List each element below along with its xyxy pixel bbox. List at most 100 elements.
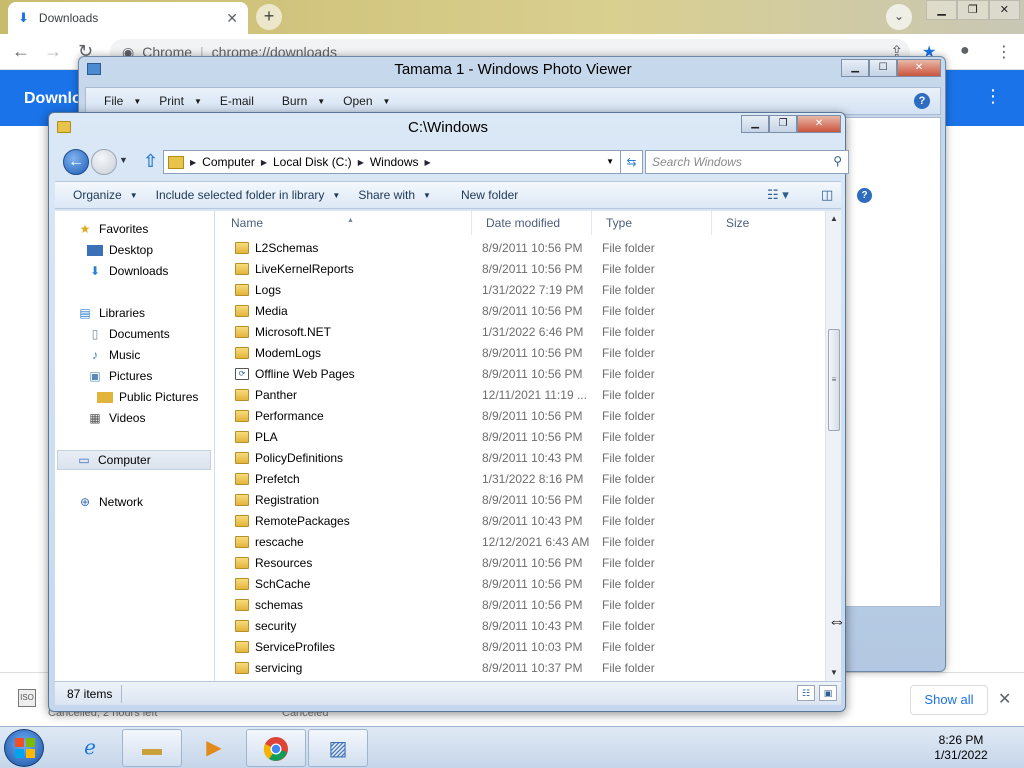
chevron-right-icon[interactable]: ▶ (190, 158, 196, 167)
table-row[interactable]: Microsoft.NET 1/31/2022 6:46 PM File folde… (217, 321, 825, 342)
chevron-right-icon[interactable]: ▶ (425, 158, 431, 167)
recent-pages-icon[interactable]: ▼ (119, 155, 128, 165)
forward-button[interactable] (91, 149, 117, 175)
table-row[interactable]: Prefetch 1/31/2022 8:16 PM File folder (217, 468, 825, 489)
maximize-button[interactable]: ☐ (869, 59, 898, 77)
explorer-taskbar-icon[interactable]: ▬ (122, 729, 182, 767)
column-size[interactable]: Size (712, 211, 812, 235)
show-all-button[interactable]: Show all (910, 685, 988, 715)
table-row[interactable]: L2Schemas 8/9/2011 10:56 PM File folder (217, 237, 825, 258)
table-row[interactable]: rescache 12/12/2021 6:43 AM File folder (217, 531, 825, 552)
nav-documents[interactable]: ▯ Documents (87, 324, 170, 344)
forward-arrow-icon[interactable]: → (44, 41, 62, 62)
minimize-button[interactable]: ▁ (926, 0, 958, 20)
tab-downloads[interactable]: ⬇ Downloads ✕ (8, 2, 248, 34)
table-row[interactable]: Media 8/9/2011 10:56 PM File folder (217, 300, 825, 321)
menu-print[interactable]: Print ▼ (159, 94, 202, 108)
column-type[interactable]: Type (592, 211, 712, 235)
table-row[interactable]: PolicyDefinitions 8/9/2011 10:43 PM File f… (217, 447, 825, 468)
menu-burn[interactable]: Burn ▼ (282, 94, 325, 108)
up-arrow-icon[interactable]: ⇧ (143, 151, 158, 172)
breadcrumb-local-disk[interactable]: Local Disk (C:) (273, 155, 352, 169)
nav-favorites[interactable]: ★ Favorites (77, 219, 149, 239)
restore-button[interactable]: ❐ (957, 0, 989, 20)
nav-libraries[interactable]: ▤ Libraries (77, 303, 145, 323)
table-row[interactable]: PLA 8/9/2011 10:56 PM File folder (217, 426, 825, 447)
photo-viewer-taskbar-icon[interactable]: ▨ (308, 729, 368, 767)
table-row[interactable]: Resources 8/9/2011 10:56 PM File folder (217, 552, 825, 573)
nav-music[interactable]: ♪ Music (87, 345, 140, 365)
table-row[interactable]: SchCache 8/9/2011 10:56 PM File folder (217, 573, 825, 594)
menu-file[interactable]: File ▼ (104, 94, 141, 108)
table-row[interactable]: security 8/9/2011 10:43 PM File folder (217, 615, 825, 636)
minimize-button[interactable]: ▁ (741, 115, 770, 133)
address-dropdown-icon[interactable]: ▼ (606, 157, 614, 166)
tab-close-icon[interactable]: ✕ (226, 10, 238, 27)
close-button[interactable]: ✕ (797, 115, 841, 133)
share-with-button[interactable]: Share with ▼ (358, 188, 431, 202)
table-row[interactable]: ServiceProfiles 8/9/2011 10:03 PM File fol… (217, 636, 825, 657)
search-icon[interactable]: ⚲ (833, 154, 842, 168)
nav-desktop[interactable]: Desktop (87, 240, 153, 260)
help-icon[interactable]: ? (857, 188, 872, 203)
table-row[interactable]: Performance 8/9/2011 10:56 PM File folder (217, 405, 825, 426)
scrollbar-thumb[interactable]: ≡ (828, 329, 840, 431)
chevron-right-icon[interactable]: ▶ (261, 158, 267, 167)
address-bar[interactable]: ▶ Computer ▶ Local Disk (C:) ▶ Windows ▶… (163, 150, 621, 174)
scroll-down-icon[interactable]: ▼ (826, 665, 842, 681)
internet-explorer-icon[interactable]: ℯ (60, 729, 120, 767)
large-icons-view-icon[interactable]: ▣ (819, 685, 837, 701)
new-tab-button[interactable]: + (256, 4, 282, 30)
media-player-icon[interactable]: ▶ (184, 729, 244, 767)
libraries-icon: ▤ (79, 306, 91, 320)
back-button[interactable]: ← (63, 149, 89, 175)
file-name-cell: L2Schemas (217, 241, 472, 255)
table-row[interactable]: ⟳ Offline Web Pages 8/9/2011 10:56 PM File … (217, 363, 825, 384)
nav-videos[interactable]: ▦ Videos (87, 408, 145, 428)
table-row[interactable]: RemotePackages 8/9/2011 10:43 PM File fold… (217, 510, 825, 531)
tab-search-button[interactable]: ⌄ (886, 4, 912, 30)
close-shelf-icon[interactable]: ✕ (998, 689, 1011, 709)
search-input[interactable]: Search Windows ⚲ (645, 150, 849, 174)
organize-button[interactable]: Organize ▼ (73, 188, 138, 202)
close-button[interactable]: ✕ (988, 0, 1020, 20)
table-row[interactable]: Logs 1/31/2022 7:19 PM File folder (217, 279, 825, 300)
scroll-up-icon[interactable]: ▲ (826, 211, 842, 227)
table-row[interactable]: ModemLogs 8/9/2011 10:56 PM File folder (217, 342, 825, 363)
column-name[interactable]: Name ▲ (217, 211, 472, 235)
nav-public-pictures[interactable]: Public Pictures (97, 387, 198, 407)
chrome-menu-icon[interactable]: ⋮ (996, 42, 1012, 62)
nav-computer[interactable]: ▭ Computer (57, 450, 211, 470)
breadcrumb-windows[interactable]: Windows (370, 155, 419, 169)
new-folder-button[interactable]: New folder (461, 188, 518, 202)
more-options-icon[interactable]: ⋮ (984, 86, 1002, 107)
help-icon[interactable]: ? (914, 93, 930, 109)
restore-button[interactable]: ❐ (769, 115, 798, 133)
details-view-icon[interactable]: ☷ (797, 685, 815, 701)
system-clock[interactable]: 8:26 PM 1/31/2022 (916, 733, 1006, 763)
file-list: Name ▲ Date modified Type Size L2Schemas 8… (217, 211, 825, 681)
table-row[interactable]: Panther 12/11/2021 11:19 ... File folder (217, 384, 825, 405)
preview-pane-icon[interactable]: ◫ (821, 187, 833, 203)
table-row[interactable]: schemas 8/9/2011 10:56 PM File folder (217, 594, 825, 615)
refresh-icon[interactable]: ⇆ (621, 150, 643, 174)
nav-pictures[interactable]: ▣ Pictures (87, 366, 152, 386)
nav-network[interactable]: ⊕ Network (77, 492, 143, 512)
table-row[interactable]: LiveKernelReports 8/9/2011 10:56 PM File f… (217, 258, 825, 279)
nav-downloads[interactable]: ⬇ Downloads (87, 261, 168, 281)
table-row[interactable]: servicing 8/9/2011 10:37 PM File folder (217, 657, 825, 678)
minimize-button[interactable]: ▁ (841, 59, 870, 77)
chrome-taskbar-icon[interactable] (246, 729, 306, 767)
table-row[interactable]: Registration 8/9/2011 10:56 PM File folder (217, 489, 825, 510)
menu-email[interactable]: E-mail (220, 94, 254, 108)
include-in-library-button[interactable]: Include selected folder in library ▼ (156, 188, 341, 202)
profile-avatar-icon[interactable]: ● (960, 42, 970, 60)
view-options-icon[interactable]: ☷ ▾ (767, 187, 789, 203)
column-date-modified[interactable]: Date modified (472, 211, 592, 235)
back-arrow-icon[interactable]: ← (12, 41, 30, 62)
start-button[interactable] (4, 729, 44, 767)
chevron-right-icon[interactable]: ▶ (358, 158, 364, 167)
breadcrumb-computer[interactable]: Computer (202, 155, 255, 169)
menu-open[interactable]: Open ▼ (343, 94, 390, 108)
close-button[interactable]: ✕ (897, 59, 941, 77)
